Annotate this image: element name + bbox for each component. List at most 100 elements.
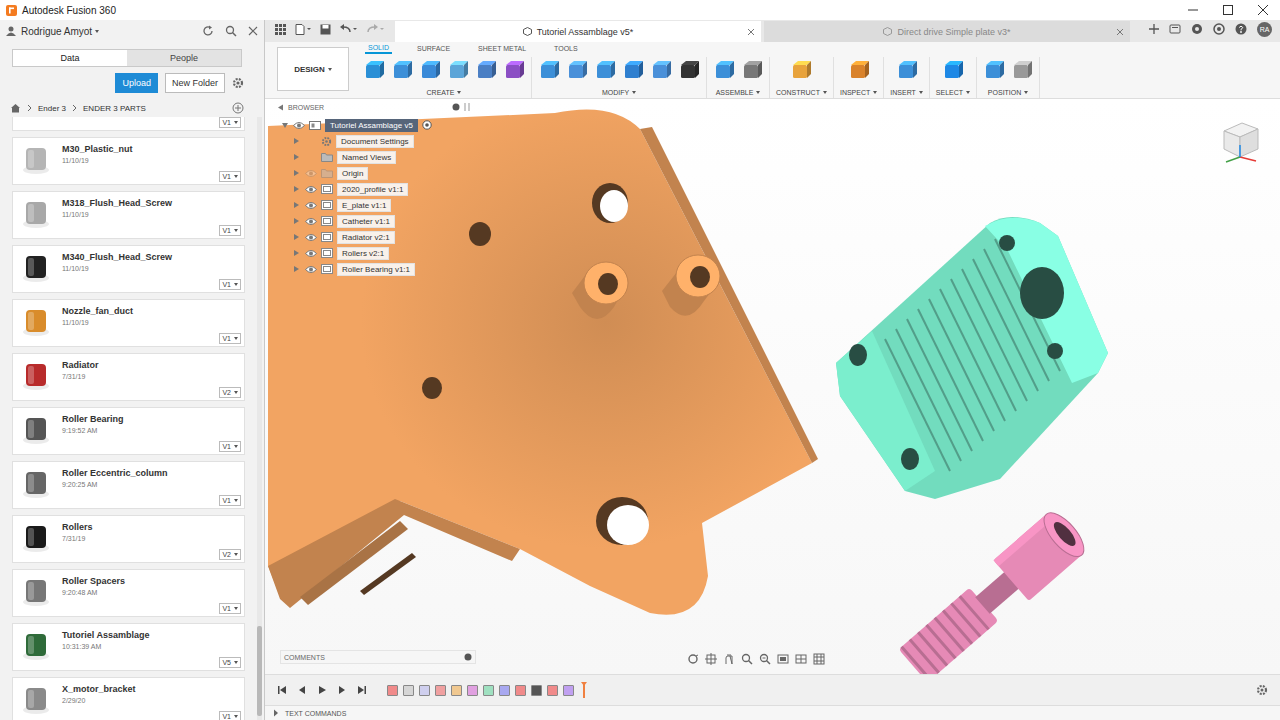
expand-arrow-icon[interactable]	[294, 234, 299, 240]
tool-icon[interactable]	[983, 60, 1005, 82]
tree-row[interactable]: 2020_profile v1:1	[275, 181, 471, 197]
version-label[interactable]: V1	[222, 712, 231, 720]
timeline-feature[interactable]	[483, 685, 494, 696]
file-icon[interactable]	[295, 24, 311, 35]
tree-label[interactable]: Named Views	[337, 151, 396, 164]
expand-arrow-icon[interactable]	[294, 202, 299, 208]
jobs-icon[interactable]	[1191, 23, 1203, 35]
version-badge[interactable]: V2	[219, 549, 241, 560]
tree-row[interactable]: Roller Bearing v1:1	[275, 261, 471, 277]
file-card[interactable]: M318_Flush_Head_Screw11/10/19V1	[12, 191, 245, 239]
zoom-icon[interactable]	[741, 653, 753, 665]
eye-icon[interactable]	[305, 217, 317, 226]
tool-icon[interactable]	[848, 60, 870, 82]
expand-arrow-icon[interactable]	[294, 154, 299, 160]
version-label[interactable]: V1	[222, 604, 231, 613]
throat-body[interactable]	[895, 506, 1090, 674]
timeline-feature[interactable]	[499, 685, 510, 696]
tree-label[interactable]: E_plate v1:1	[337, 199, 391, 212]
timeline-settings-icon[interactable]	[1256, 684, 1268, 696]
timeline-feature[interactable]	[403, 685, 414, 696]
version-label[interactable]: V1	[222, 172, 231, 181]
collapse-panel-icon[interactable]	[464, 103, 471, 111]
panel-tab[interactable]: People	[127, 50, 241, 66]
version-label[interactable]: V1	[222, 118, 231, 127]
tool-group-label[interactable]: INSERT	[890, 89, 923, 96]
version-label[interactable]: V1	[222, 442, 231, 451]
version-label[interactable]: V1	[222, 280, 231, 289]
previous-icon[interactable]	[297, 685, 307, 695]
toolbar-tab[interactable]: SURFACE	[414, 44, 453, 53]
version-badge[interactable]: V1	[219, 171, 241, 182]
timeline-feature[interactable]	[419, 685, 430, 696]
breadcrumb-item[interactable]: ENDER 3 PARTS	[83, 104, 146, 113]
tool-icon[interactable]	[475, 60, 497, 82]
file-name[interactable]: Roller Eccentric_column	[62, 468, 213, 478]
timeline-feature[interactable]	[451, 685, 462, 696]
document-tab-label[interactable]: Tutoriel Assamblage v5*	[537, 27, 634, 37]
scrollbar-thumb[interactable]	[257, 626, 262, 716]
tree-label[interactable]: Roller Bearing v1:1	[337, 263, 415, 276]
redo-icon[interactable]	[367, 24, 385, 35]
next-icon[interactable]	[337, 685, 347, 695]
version-badge[interactable]: V1	[219, 279, 241, 290]
tool-group-name[interactable]: POSITION	[988, 89, 1021, 96]
version-label[interactable]: V1	[222, 226, 231, 235]
file-name[interactable]: Nozzle_fan_duct	[62, 306, 213, 316]
tool-group-label[interactable]: POSITION	[988, 89, 1028, 96]
user-avatar[interactable]: RA	[1257, 22, 1272, 37]
refresh-icon[interactable]	[202, 25, 214, 37]
expand-arrow-icon[interactable]	[294, 170, 299, 176]
tool-icon[interactable]	[650, 60, 672, 82]
tree-label[interactable]: Tutoriel Assamblage v5	[325, 119, 418, 132]
version-badge[interactable]: V2	[219, 387, 241, 398]
pan-icon[interactable]	[723, 653, 735, 665]
tool-icon[interactable]	[363, 60, 385, 82]
eye-icon[interactable]	[293, 121, 305, 130]
file-name[interactable]: M30_Plastic_nut	[62, 144, 213, 154]
version-label[interactable]: V2	[222, 388, 231, 397]
timeline-feature[interactable]	[515, 685, 526, 696]
version-badge[interactable]: V1	[219, 495, 241, 506]
tree-row[interactable]: Catheter v1:1	[275, 213, 471, 229]
grid-icon[interactable]	[275, 24, 286, 35]
save-icon[interactable]	[320, 24, 331, 35]
timeline-feature[interactable]	[467, 685, 478, 696]
text-commands-label[interactable]: TEXT COMMANDS	[285, 710, 346, 717]
expand-arrow-icon[interactable]	[294, 266, 299, 272]
eye-icon[interactable]	[305, 201, 317, 210]
tool-icon[interactable]	[790, 60, 812, 82]
version-badge[interactable]: V1	[219, 225, 241, 236]
file-card[interactable]: Nozzle_fan_duct11/10/19V1	[12, 299, 245, 347]
expand-icon[interactable]	[273, 709, 279, 717]
version-badge[interactable]: V1	[219, 603, 241, 614]
tool-icon[interactable]	[447, 60, 469, 82]
tool-icon[interactable]	[391, 60, 413, 82]
expand-arrow-icon[interactable]	[294, 186, 299, 192]
tool-group-name[interactable]: ASSEMBLE	[716, 89, 754, 96]
workspace-switcher[interactable]: DESIGN	[277, 47, 349, 91]
viewport[interactable]: BROWSERTutoriel Assamblage v5Document Se…	[265, 99, 1280, 674]
tool-icon[interactable]	[566, 60, 588, 82]
file-card[interactable]: Roller Bearing9:19:52 AMV1	[12, 407, 245, 455]
tool-group-name[interactable]: INSPECT	[840, 89, 870, 96]
new-item-icon[interactable]	[232, 102, 244, 114]
timeline-feature[interactable]	[547, 685, 558, 696]
tree-label[interactable]: Origin	[337, 167, 368, 180]
grid-settings-icon[interactable]	[795, 653, 807, 665]
close-icon[interactable]	[1252, 3, 1274, 17]
version-badge[interactable]: V1	[219, 333, 241, 344]
upload-button[interactable]: Upload	[115, 73, 158, 93]
expand-arrow-icon[interactable]	[294, 250, 299, 256]
file-card[interactable]: M340_Flush_Head_Screw11/10/19V1	[12, 245, 245, 293]
expand-arrow-icon[interactable]	[294, 218, 299, 224]
tool-group-label[interactable]: ASSEMBLE	[716, 89, 761, 96]
new-folder-button[interactable]: New Folder	[165, 73, 225, 93]
tree-row[interactable]: Document Settings	[275, 133, 471, 149]
file-card[interactable]: Radiator7/31/19V2	[12, 353, 245, 401]
tool-icon[interactable]	[503, 60, 525, 82]
radiator-body[interactable]	[836, 217, 1108, 499]
undo-icon[interactable]	[340, 24, 358, 35]
tool-group-name[interactable]: SELECT	[936, 89, 963, 96]
view-cube-icon[interactable]	[1216, 115, 1264, 163]
